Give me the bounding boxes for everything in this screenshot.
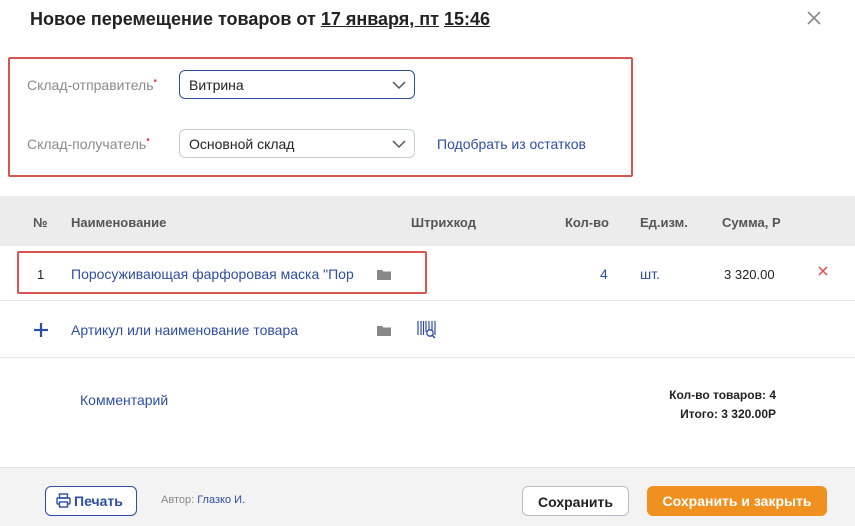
title-prefix: Новое перемещение товаров от [30,9,316,29]
totals-sum: Итого: 3 320.00Р [680,407,776,421]
title-time[interactable]: 15:46 [444,9,490,29]
author-name[interactable]: Глазко И. [197,494,245,506]
author-info: Автор: Глазко И. [161,494,246,506]
add-item-input[interactable]: Артикул или наименование товара [71,322,298,338]
chevron-down-icon [392,81,406,90]
sender-select[interactable]: Витрина [179,70,415,99]
save-and-close-button[interactable]: Сохранить и закрыть [647,486,827,516]
totals: Кол-во товаров: 4 Итого: 3 320.00Р [669,386,776,424]
page-title: Новое перемещение товаров от 17 января, … [30,9,490,30]
column-header-num: № [33,215,48,230]
receiver-label: Склад-получатель• [27,135,150,152]
pick-from-stock-link[interactable]: Подобрать из остатков [437,136,586,152]
totals-count: Кол-во товаров: 4 [669,388,776,402]
print-button[interactable]: Печать [45,486,137,516]
required-mark: • [146,135,150,146]
folder-icon[interactable] [377,269,391,280]
modal-header: Новое перемещение товаров от 17 января, … [0,0,855,40]
sender-select-value: Витрина [189,77,244,93]
folder-icon[interactable] [377,325,391,336]
close-icon[interactable] [804,8,824,28]
printer-icon [56,493,71,508]
comment-link[interactable]: Комментарий [80,392,168,408]
title-date[interactable]: 17 января, пт [321,9,439,29]
column-header-sum: Сумма, Р [722,215,781,230]
row-qty[interactable]: 4 [600,266,608,282]
save-button[interactable]: Сохранить [522,486,629,516]
plus-icon[interactable] [33,322,49,338]
sender-label: Склад-отправитель• [27,76,158,93]
column-header-qty: Кол-во [565,215,609,230]
chevron-down-icon [392,140,406,149]
column-header-barcode: Штрихкод [411,215,476,230]
row-highlight [17,251,427,294]
table-header: № Наименование Штрихкод Кол-во Ед.изм. С… [0,196,855,246]
column-header-name: Наименование [71,215,167,230]
row-unit[interactable]: шт. [640,266,660,282]
row-sum: 3 320.00 [724,267,775,282]
receiver-select[interactable]: Основной склад [179,129,415,158]
required-mark: • [153,76,158,87]
delete-icon[interactable] [818,266,828,276]
receiver-select-value: Основной склад [189,136,295,152]
print-button-label: Печать [74,493,123,509]
barcode-search-icon[interactable] [417,320,439,340]
column-header-unit: Ед.изм. [640,215,688,230]
